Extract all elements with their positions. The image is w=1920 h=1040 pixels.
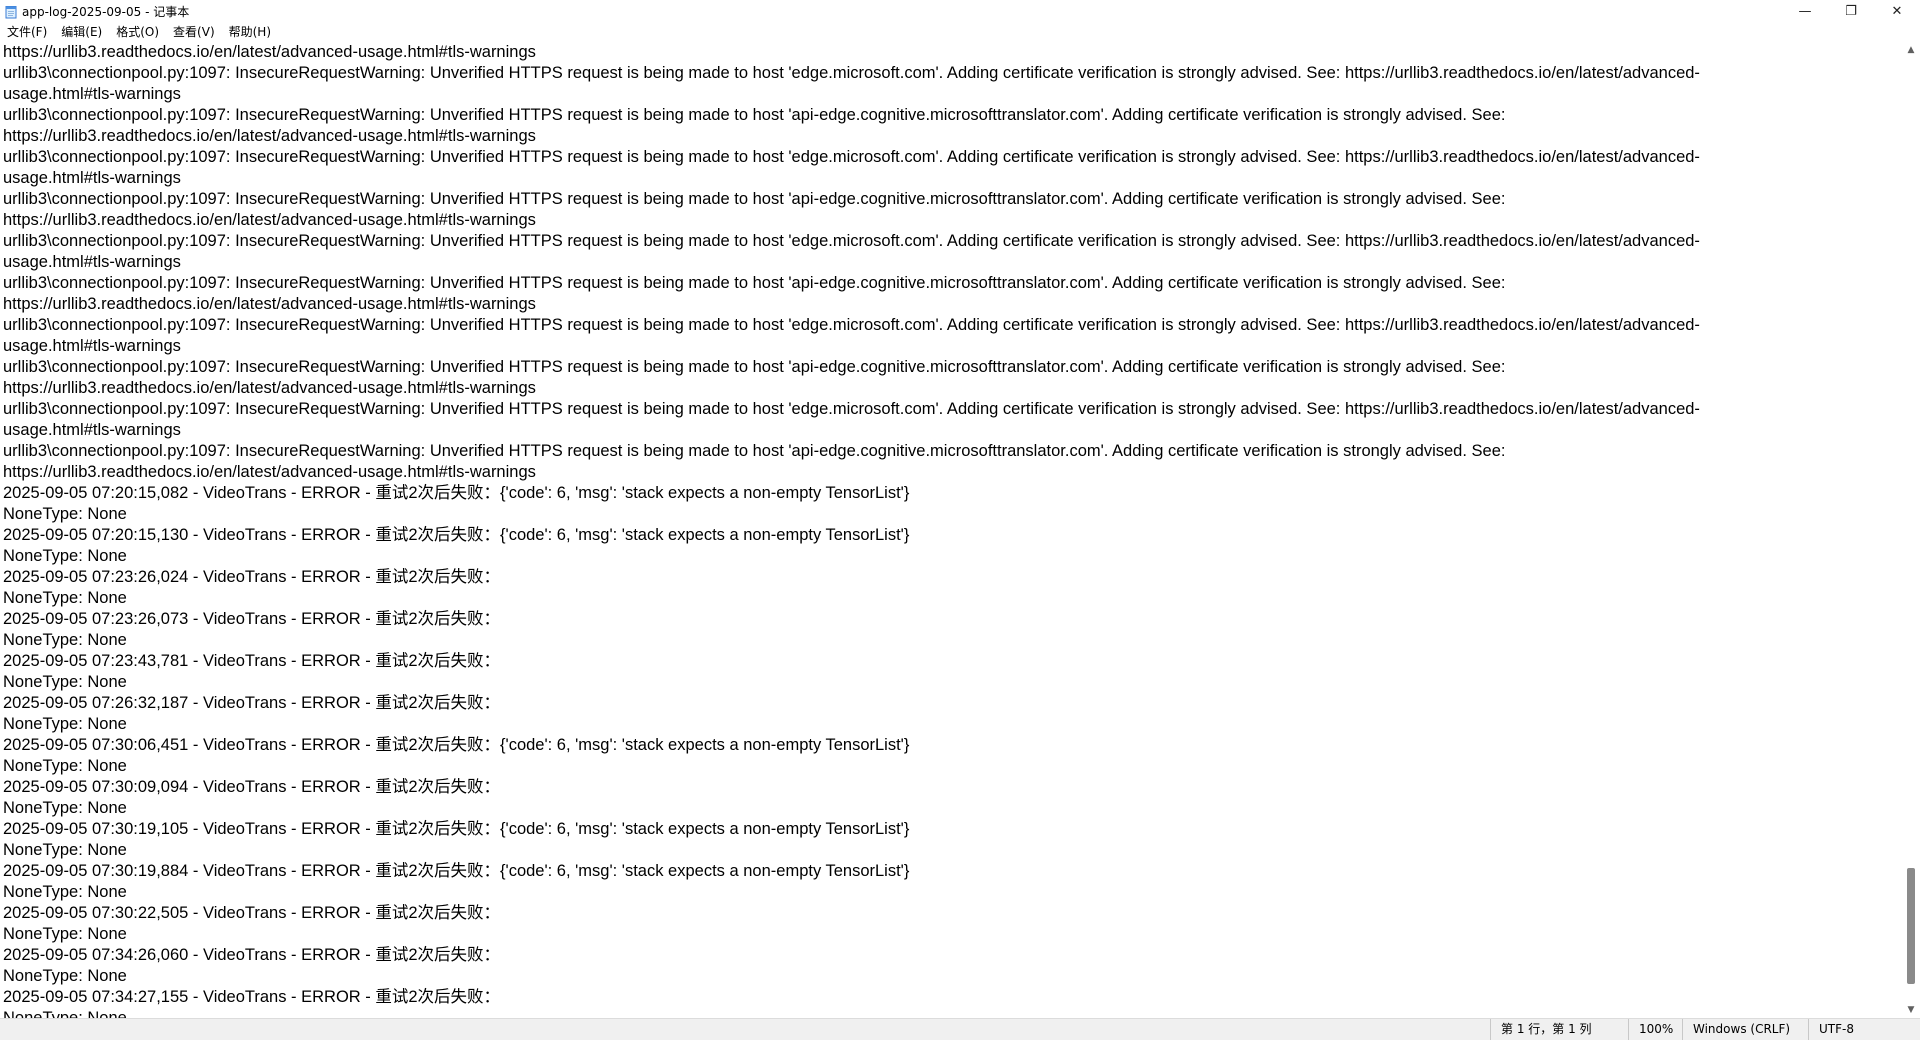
log-line: NoneType: None xyxy=(3,1009,127,1018)
log-line: urllib3\connectionpool.py:1097: Insecure… xyxy=(3,64,1700,82)
log-line: usage.html#tls-warnings xyxy=(3,169,181,187)
log-line: NoneType: None xyxy=(3,799,127,817)
menu-edit[interactable]: 编辑(E) xyxy=(54,22,109,42)
notepad-icon xyxy=(4,4,18,19)
log-line: usage.html#tls-warnings xyxy=(3,337,181,355)
log-line: urllib3\connectionpool.py:1097: Insecure… xyxy=(3,274,1506,292)
status-bar: 第 1 行，第 1 列 100% Windows (CRLF) UTF-8 xyxy=(0,1018,1920,1040)
text-editor[interactable]: https://urllib3.readthedocs.io/en/latest… xyxy=(0,42,1902,1018)
log-line: 2025-09-05 07:30:22,505 - VideoTrans - E… xyxy=(3,904,501,922)
log-line: NoneType: None xyxy=(3,673,127,691)
log-line: urllib3\connectionpool.py:1097: Insecure… xyxy=(3,358,1506,376)
log-line: 2025-09-05 07:30:09,094 - VideoTrans - E… xyxy=(3,778,501,796)
log-line: https://urllib3.readthedocs.io/en/latest… xyxy=(3,127,536,145)
log-line: NoneType: None xyxy=(3,505,127,523)
log-line: usage.html#tls-warnings xyxy=(3,421,181,439)
log-line: 2025-09-05 07:23:26,073 - VideoTrans - E… xyxy=(3,610,501,628)
scroll-up-icon[interactable]: ▲ xyxy=(1902,42,1920,58)
log-line: 2025-09-05 07:20:15,082 - VideoTrans - E… xyxy=(3,484,910,502)
log-line: 2025-09-05 07:34:27,155 - VideoTrans - E… xyxy=(3,988,501,1006)
close-button[interactable]: ✕ xyxy=(1874,0,1920,22)
cursor-position: 第 1 行，第 1 列 xyxy=(1490,1019,1628,1040)
log-line: NoneType: None xyxy=(3,883,127,901)
log-line: 2025-09-05 07:34:26,060 - VideoTrans - E… xyxy=(3,946,501,964)
scroll-thumb[interactable] xyxy=(1907,868,1915,984)
log-line: urllib3\connectionpool.py:1097: Insecure… xyxy=(3,316,1700,334)
window-controls: — ❐ ✕ xyxy=(1782,0,1920,22)
vertical-scrollbar[interactable]: ▲ ▼ xyxy=(1902,42,1920,1018)
menu-format[interactable]: 格式(O) xyxy=(109,22,166,42)
log-line: 2025-09-05 07:30:06,451 - VideoTrans - E… xyxy=(3,736,910,754)
log-line: NoneType: None xyxy=(3,547,127,565)
menu-view[interactable]: 查看(V) xyxy=(166,22,222,42)
log-line: 2025-09-05 07:23:26,024 - VideoTrans - E… xyxy=(3,568,501,586)
log-line: urllib3\connectionpool.py:1097: Insecure… xyxy=(3,190,1506,208)
log-line: usage.html#tls-warnings xyxy=(3,85,181,103)
log-line: urllib3\connectionpool.py:1097: Insecure… xyxy=(3,400,1700,418)
log-line: https://urllib3.readthedocs.io/en/latest… xyxy=(3,43,536,61)
log-line: 2025-09-05 07:20:15,130 - VideoTrans - E… xyxy=(3,526,910,544)
log-line: urllib3\connectionpool.py:1097: Insecure… xyxy=(3,232,1700,250)
log-line: 2025-09-05 07:23:43,781 - VideoTrans - E… xyxy=(3,652,501,670)
log-line: NoneType: None xyxy=(3,925,127,943)
zoom-level: 100% xyxy=(1628,1019,1682,1040)
log-line: 2025-09-05 07:30:19,105 - VideoTrans - E… xyxy=(3,820,910,838)
log-line: NoneType: None xyxy=(3,841,127,859)
log-line: https://urllib3.readthedocs.io/en/latest… xyxy=(3,211,536,229)
notepad-window: app-log-2025-09-05 - 记事本 — ❐ ✕ 文件(F) 编辑(… xyxy=(0,0,1920,1040)
menu-file[interactable]: 文件(F) xyxy=(0,22,54,42)
log-line: 2025-09-05 07:26:32,187 - VideoTrans - E… xyxy=(3,694,501,712)
title-bar[interactable]: app-log-2025-09-05 - 记事本 — ❐ ✕ xyxy=(0,0,1920,22)
line-ending: Windows (CRLF) xyxy=(1682,1019,1808,1040)
menu-bar: 文件(F) 编辑(E) 格式(O) 查看(V) 帮助(H) xyxy=(0,22,1920,42)
log-line: https://urllib3.readthedocs.io/en/latest… xyxy=(3,295,536,313)
menu-help[interactable]: 帮助(H) xyxy=(222,22,278,42)
log-line: NoneType: None xyxy=(3,631,127,649)
log-line: usage.html#tls-warnings xyxy=(3,253,181,271)
log-line: urllib3\connectionpool.py:1097: Insecure… xyxy=(3,106,1506,124)
encoding: UTF-8 xyxy=(1808,1019,1920,1040)
log-line: https://urllib3.readthedocs.io/en/latest… xyxy=(3,463,536,481)
log-line: https://urllib3.readthedocs.io/en/latest… xyxy=(3,379,536,397)
log-line: NoneType: None xyxy=(3,715,127,733)
log-line: urllib3\connectionpool.py:1097: Insecure… xyxy=(3,442,1506,460)
minimize-button[interactable]: — xyxy=(1782,0,1828,22)
window-title: app-log-2025-09-05 - 记事本 xyxy=(22,4,190,19)
maximize-button[interactable]: ❐ xyxy=(1828,0,1874,22)
log-line: urllib3\connectionpool.py:1097: Insecure… xyxy=(3,148,1700,166)
scroll-down-icon[interactable]: ▼ xyxy=(1902,1002,1920,1018)
log-line: NoneType: None xyxy=(3,967,127,985)
log-line: NoneType: None xyxy=(3,757,127,775)
log-line: NoneType: None xyxy=(3,589,127,607)
log-line: 2025-09-05 07:30:19,884 - VideoTrans - E… xyxy=(3,862,910,880)
